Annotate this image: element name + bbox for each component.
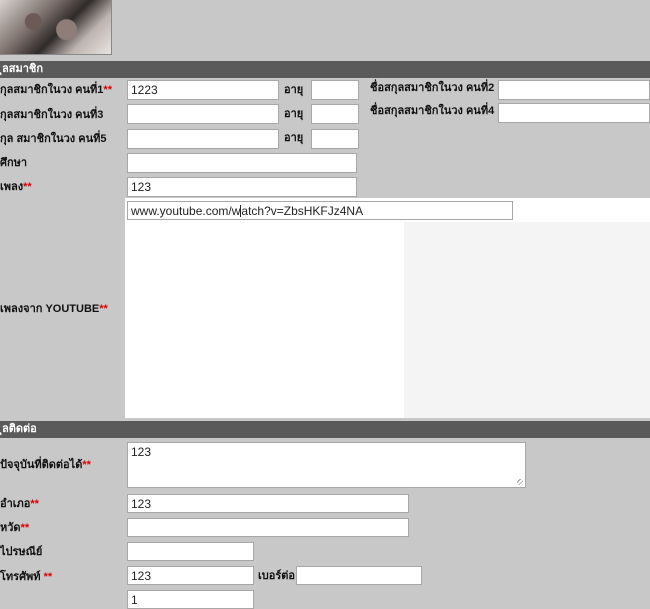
member1-input[interactable]: 1223 (127, 80, 279, 100)
postcode-label: ไปรษณีย์ (0, 546, 43, 558)
province-label: หวัด** (0, 522, 30, 534)
member3-label: กุลสมาชิกในวง คนที่3 (0, 109, 104, 121)
age1-input[interactable] (311, 80, 359, 100)
member5-label: กุล สมาชิกในวง คนที่5 (0, 133, 107, 145)
district-label: อำเภอ** (0, 498, 39, 510)
district-input[interactable]: 123 (127, 494, 409, 513)
youtube-preview-right (404, 222, 650, 418)
member2-label: ชื่อสกุลสมาชิกในวง คนที่2 (370, 82, 495, 94)
youtube-label: เพลงจาก YOUTUBE** (0, 303, 108, 315)
age1-label: อายุ (284, 84, 304, 96)
member3-input[interactable] (127, 104, 279, 124)
members-section-header: ุลสมาชิก (0, 61, 650, 78)
member-photo (0, 0, 112, 55)
member1-label: กุลสมาชิกในวง คนที่1** (0, 84, 112, 96)
member4-input[interactable] (498, 103, 650, 123)
address-label: ปัจจุบันที่ติดต่อได้** (0, 459, 91, 471)
extra-input[interactable]: 1 (127, 590, 254, 609)
song-input[interactable]: 123 (127, 177, 357, 197)
ext-input[interactable] (296, 566, 422, 585)
member2-input[interactable] (498, 80, 650, 100)
postcode-input[interactable] (127, 542, 254, 561)
contact-section-header: ุลติดต่อ (0, 421, 650, 438)
school-input[interactable] (127, 153, 357, 173)
members-section-title: ุลสมาชิก (2, 63, 44, 75)
age5-input[interactable] (311, 129, 359, 149)
phone-input[interactable]: 123 (127, 566, 254, 585)
province-input[interactable] (127, 518, 409, 537)
ext-label: เบอร์ต่อ (258, 570, 296, 582)
youtube-url-input[interactable]: www.youtube.com/watch?v=ZbsHKFJz4NA (127, 201, 513, 220)
member5-input[interactable] (127, 129, 279, 149)
phone-label: โทรศัพท์ ** (0, 571, 53, 583)
member4-label: ชื่อสกุลสมาชิกในวง คนที่4 (370, 105, 495, 117)
address-textarea[interactable]: 123 (127, 442, 526, 488)
age3-input[interactable] (311, 104, 359, 124)
age3-label: อายุ (284, 108, 304, 120)
school-label: ศึกษา (0, 157, 28, 169)
song-label: เพลง** (0, 181, 32, 193)
address-text: 123 (131, 445, 152, 459)
resize-grip-icon[interactable] (517, 479, 523, 485)
contact-section-title: ุลติดต่อ (2, 423, 37, 435)
age5-label: อายุ (284, 132, 304, 144)
